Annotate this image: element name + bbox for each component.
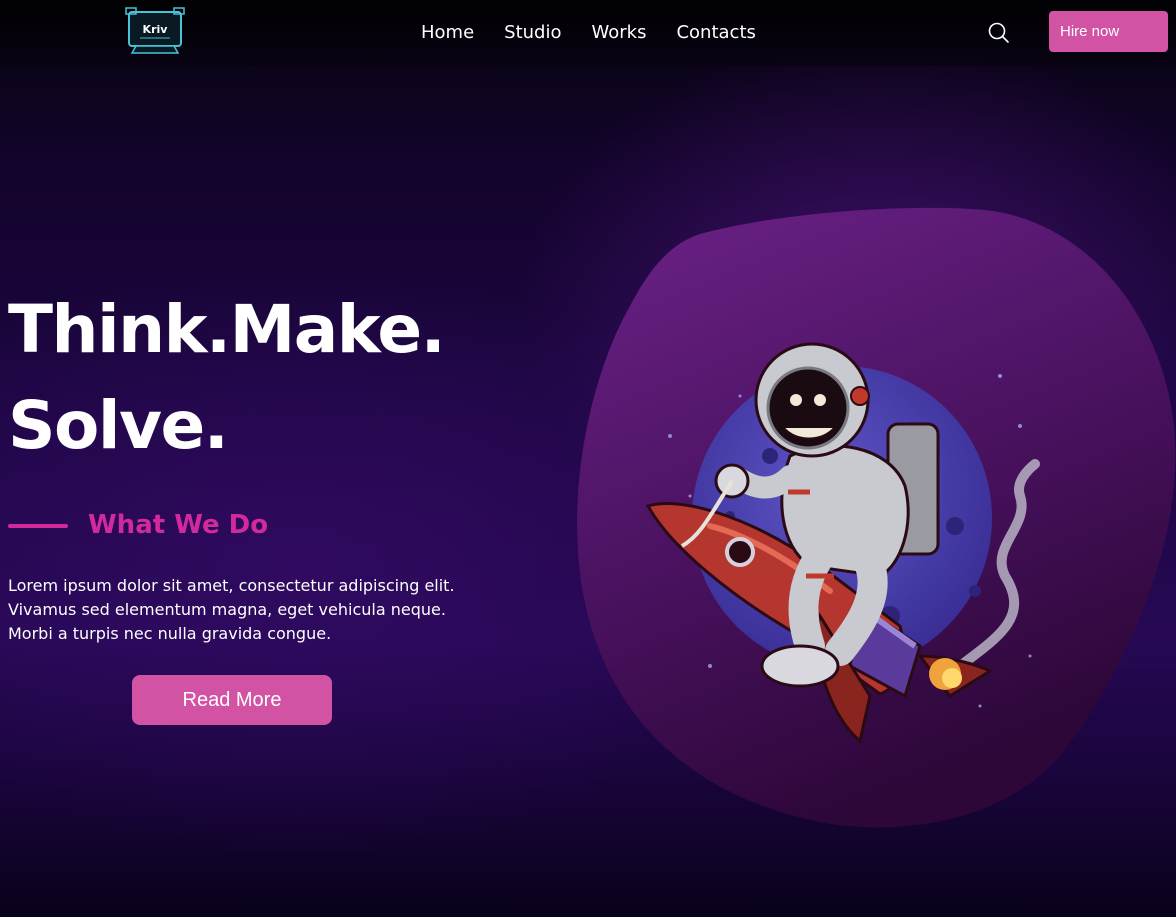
search-button[interactable] <box>986 20 1012 46</box>
section-divider <box>8 524 68 528</box>
nav-works[interactable]: Works <box>592 21 647 45</box>
hero-description-line-1: Lorem ipsum dolor sit amet, consectetur … <box>8 576 455 595</box>
section-label: What We Do <box>88 510 269 540</box>
main-nav: Home Studio Works Contacts <box>421 21 756 45</box>
nav-contacts[interactable]: Contacts <box>676 21 755 45</box>
search-icon <box>988 22 1009 43</box>
hero-illustration <box>560 196 1176 836</box>
astronaut-rocket-illustration <box>577 207 1176 828</box>
hero-title: Think.Make. Solve. <box>8 282 528 474</box>
logo-text: Kriv <box>143 23 169 36</box>
hero-title-line-1: Think.Make. <box>8 291 446 368</box>
hire-now-button[interactable]: Hire now <box>1049 11 1168 52</box>
hero-title-line-2: Solve. <box>8 387 229 464</box>
nav-home[interactable]: Home <box>421 21 474 45</box>
site-header: Kriv Home Studio Works Contacts Hire now <box>0 0 1176 66</box>
logo-icon: Kriv <box>125 7 185 54</box>
read-more-button[interactable]: Read More <box>132 675 332 725</box>
hero-description-line-3: Morbi a turpis nec nulla gravida congue. <box>8 624 332 643</box>
site-logo[interactable]: Kriv <box>124 6 186 56</box>
hero-description-line-2: Vivamus sed elementum magna, eget vehicu… <box>8 600 446 619</box>
hero-description: Lorem ipsum dolor sit amet, consectetur … <box>8 574 478 646</box>
nav-studio[interactable]: Studio <box>504 21 561 45</box>
